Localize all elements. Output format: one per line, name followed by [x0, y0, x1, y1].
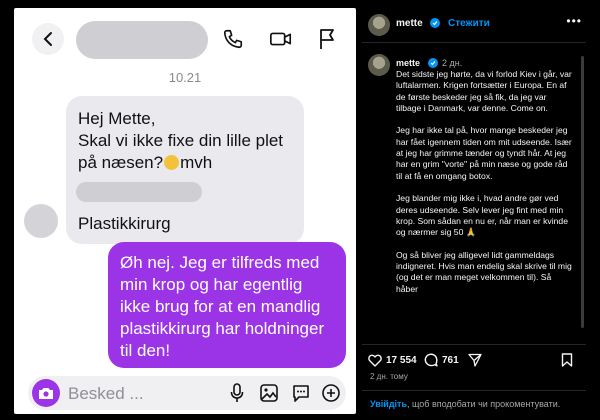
phone-call-button[interactable]: [220, 26, 246, 52]
login-link[interactable]: Увійдіть: [370, 399, 407, 409]
caption-timestamp: 2 дн.: [442, 58, 463, 68]
camera-button[interactable]: [32, 379, 60, 407]
image-icon: [260, 384, 278, 402]
flag-icon: [320, 29, 334, 49]
send-icon: [468, 353, 482, 367]
save-button[interactable]: [560, 353, 574, 367]
voice-message-button[interactable]: [226, 382, 248, 404]
verified-badge-icon: [430, 18, 440, 28]
chevron-left-icon: [43, 32, 52, 46]
report-flag-button[interactable]: [314, 26, 340, 52]
post-comments-panel: mette Стежити ••• mette 2 дн. Det sidste…: [362, 8, 586, 414]
heart-icon: [368, 354, 382, 367]
outgoing-message-bubble: Øh nej. Jeg er tilfreds med min krop og …: [108, 242, 346, 368]
comment-icon: [424, 353, 438, 367]
comments-count: 761: [442, 355, 459, 366]
plus-circle-icon: [322, 384, 340, 402]
add-button[interactable]: [320, 382, 342, 404]
sender-name-redacted: [76, 182, 202, 202]
sticker-button[interactable]: [290, 382, 312, 404]
author-avatar[interactable]: [368, 14, 390, 36]
phone-icon: [223, 29, 243, 49]
gallery-button[interactable]: [258, 382, 280, 404]
caption-area: mette 2 дн. Det sidste jeg hørte, da vi …: [362, 48, 586, 344]
follow-button[interactable]: Стежити: [448, 18, 490, 29]
chat-header: [14, 8, 356, 66]
comment-button[interactable]: [424, 353, 438, 367]
login-prompt: Увійдіть, щоб вподобати чи прокоментуват…: [362, 390, 586, 414]
video-call-button[interactable]: [268, 26, 294, 52]
contact-name-redacted: [76, 21, 208, 59]
bookmark-icon: [561, 353, 573, 367]
likes-count: 17 554: [386, 355, 417, 366]
caption-author-avatar[interactable]: [368, 54, 390, 76]
login-prompt-text: Увійдіть, щоб вподобати чи прокоментуват…: [370, 399, 560, 409]
login-prompt-rest: , щоб вподобати чи прокоментувати.: [406, 399, 561, 409]
sender-avatar-redacted: [24, 204, 58, 238]
outgoing-message-text: Øh nej. Jeg er tilfreds med min krop og …: [120, 253, 325, 360]
grin-emoji-icon: [164, 155, 180, 170]
back-button[interactable]: [32, 23, 64, 55]
message-input[interactable]: [66, 380, 220, 408]
caption-verified-icon: [428, 58, 438, 68]
like-button[interactable]: [368, 353, 382, 367]
incoming-signature: Plastikkirurg: [78, 214, 171, 233]
post-actions-bar: 17 554 761: [362, 344, 586, 367]
post-header: mette Стежити •••: [362, 8, 586, 43]
message-composer: [28, 376, 346, 410]
camera-icon: [39, 388, 53, 399]
post-timestamp: 2 дн. тому: [370, 372, 408, 381]
more-options-icon[interactable]: •••: [566, 14, 582, 28]
post-caption: Det sidste jeg hørte, da vi forlod Kiev …: [396, 69, 572, 294]
caption-scrollbar[interactable]: [581, 56, 584, 328]
message-timestamp: 10.21: [168, 70, 202, 85]
author-username[interactable]: mette: [396, 18, 423, 29]
incoming-message-bubble: Hej Mette, Skal vi ikke fixe din lille p…: [66, 96, 304, 244]
caption-username[interactable]: mette: [396, 58, 420, 68]
chat-screenshot: 10.21 Hej Mette, Skal vi ikke fixe din l…: [14, 8, 356, 414]
incoming-message-suffix: mvh: [180, 153, 213, 172]
microphone-icon: [230, 383, 244, 402]
share-button[interactable]: [468, 353, 482, 367]
video-camera-icon: [270, 32, 292, 46]
chat-bubble-icon: [293, 385, 309, 402]
incoming-message-text: Hej Mette, Skal vi ikke fixe din lille p…: [78, 108, 298, 174]
